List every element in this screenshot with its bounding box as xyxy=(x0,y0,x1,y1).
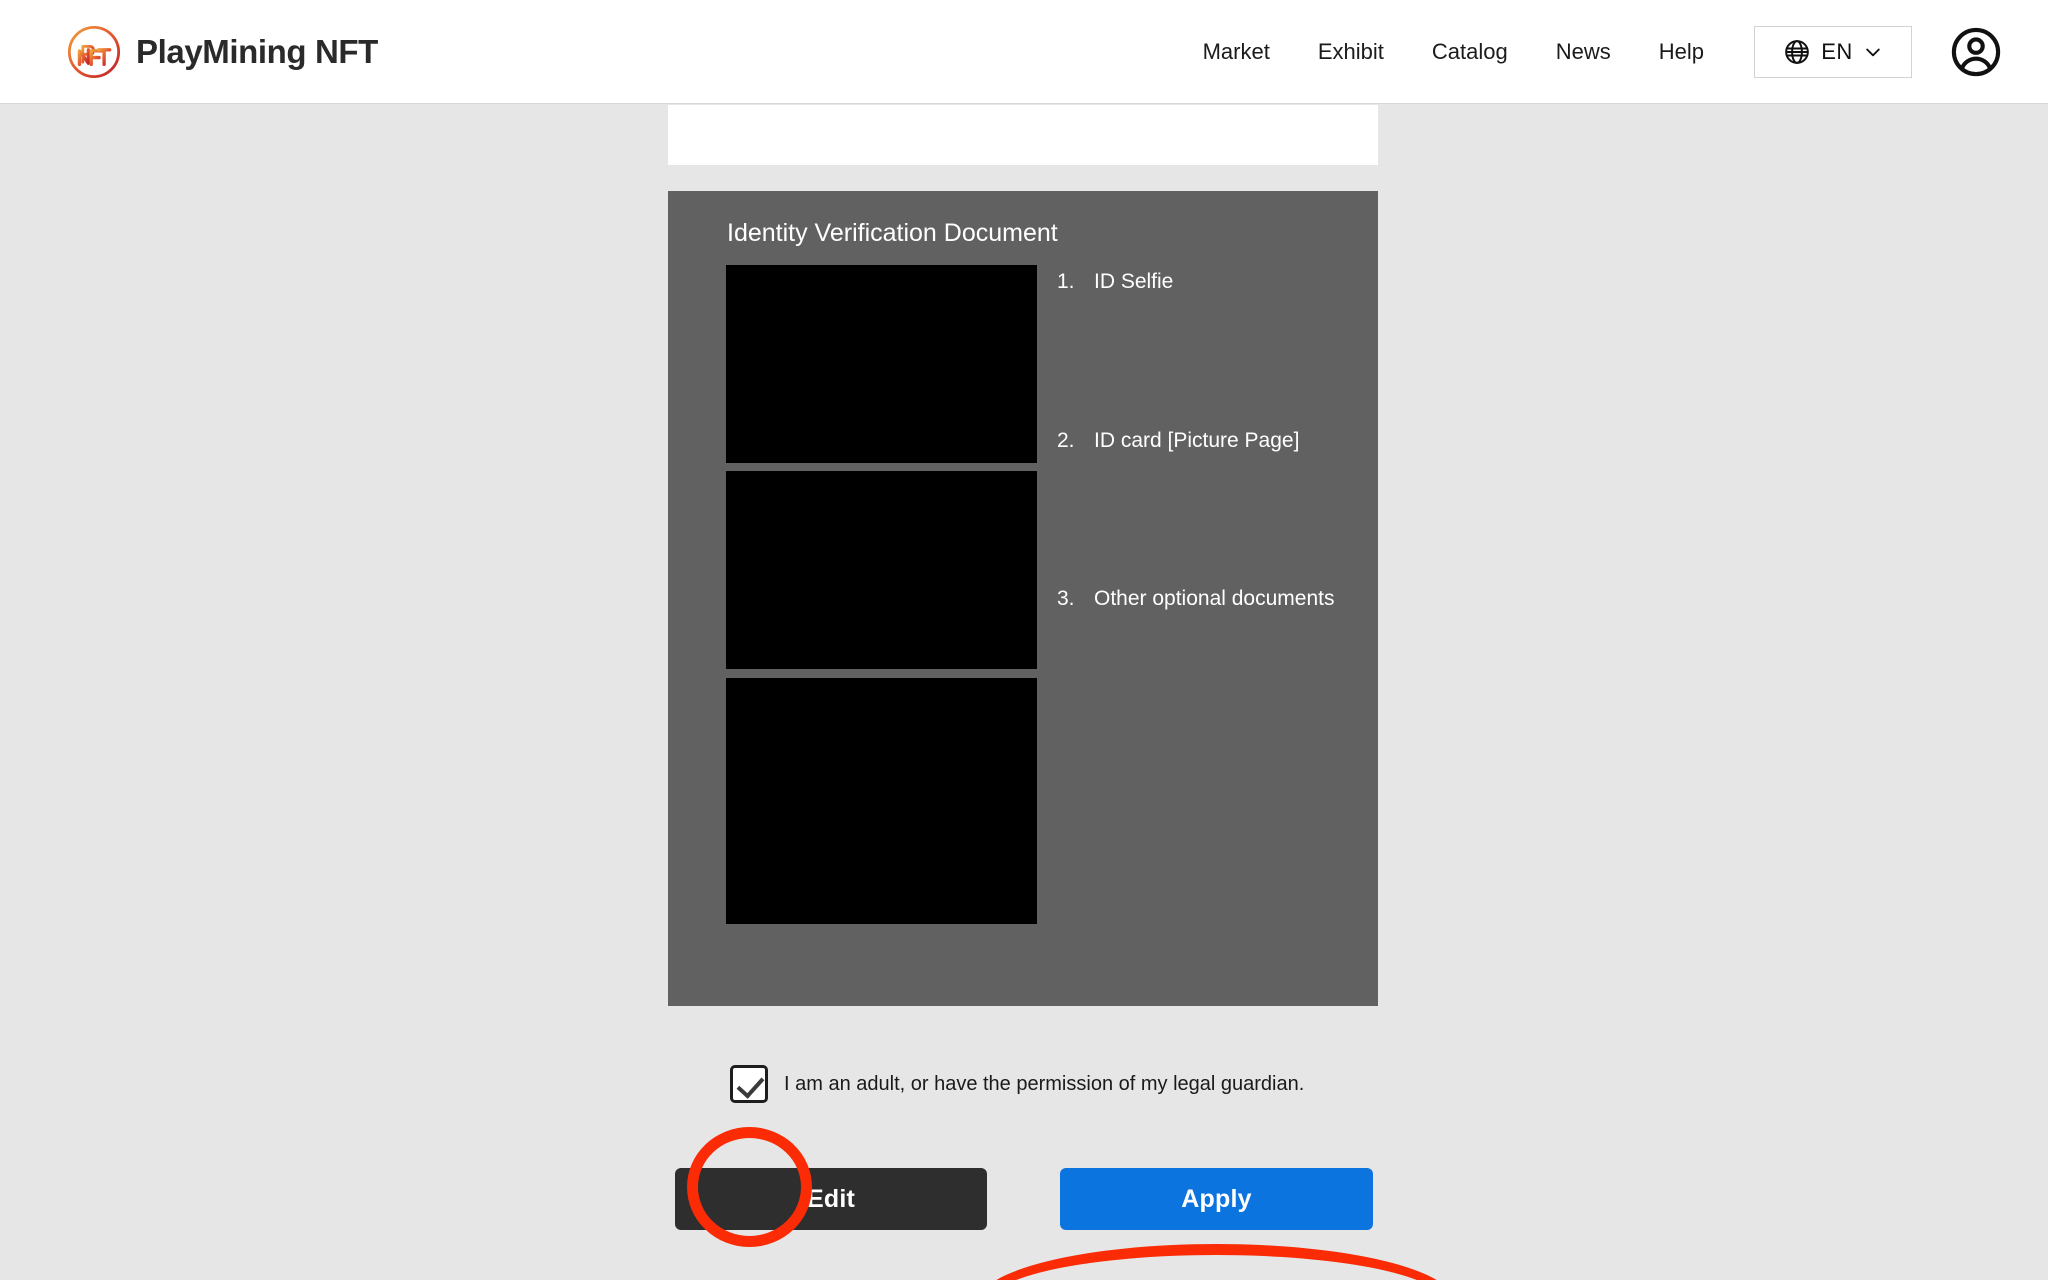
nav-item-exhibit[interactable]: Exhibit xyxy=(1294,39,1408,65)
chevron-down-icon xyxy=(1866,48,1880,56)
document-index-2: 2. xyxy=(1057,429,1075,452)
consent-row: I am an adult, or have the permission of… xyxy=(668,1057,1378,1111)
consent-checkbox[interactable] xyxy=(730,1065,768,1103)
document-index-3: 3. xyxy=(1057,587,1075,610)
nav-item-catalog[interactable]: Catalog xyxy=(1408,39,1532,65)
playmining-nft-logo-icon xyxy=(67,25,121,78)
document-thumbnail-2[interactable] xyxy=(726,471,1037,669)
primary-navigation: Market Exhibit Catalog News Help EN xyxy=(1179,25,2048,78)
apply-button-highlight-annotation xyxy=(978,1244,1455,1280)
nav-item-news[interactable]: News xyxy=(1532,39,1635,65)
document-caption-3: 3. Other optional documents xyxy=(1057,587,1334,611)
apply-button[interactable]: Apply xyxy=(1060,1168,1373,1230)
site-header: PlayMining NFT Market Exhibit Catalog Ne… xyxy=(0,0,2048,104)
brand-logo[interactable]: PlayMining NFT xyxy=(66,24,378,80)
document-thumbnail-1[interactable] xyxy=(726,265,1037,463)
language-switcher[interactable]: EN xyxy=(1754,25,1912,78)
document-caption-2: 2. ID card [Picture Page] xyxy=(1057,429,1299,453)
account-circle-icon[interactable] xyxy=(1950,26,2002,78)
upper-form-card xyxy=(668,105,1378,165)
document-label-1: ID Selfie xyxy=(1094,270,1174,293)
brand-name: PlayMining NFT xyxy=(136,32,378,70)
document-label-2: ID card [Picture Page] xyxy=(1094,429,1300,452)
document-caption-1: 1. ID Selfie xyxy=(1057,270,1173,294)
nav-item-help[interactable]: Help xyxy=(1635,39,1728,65)
document-index-1: 1. xyxy=(1057,270,1075,293)
consent-label: I am an adult, or have the permission of… xyxy=(784,1072,1305,1095)
nav-item-market[interactable]: Market xyxy=(1179,39,1294,65)
document-thumbnail-3[interactable] xyxy=(726,678,1037,924)
edit-button[interactable]: Edit xyxy=(675,1168,987,1230)
page-body: Identity Verification Document 1. ID Sel… xyxy=(0,105,2048,1280)
panel-title: Identity Verification Document xyxy=(727,219,1058,247)
globe-icon xyxy=(1785,39,1810,64)
language-code: EN xyxy=(1821,38,1853,64)
identity-verification-panel: Identity Verification Document 1. ID Sel… xyxy=(668,191,1378,1006)
action-button-row: Edit Apply xyxy=(0,1168,2048,1238)
document-label-3: Other optional documents xyxy=(1094,587,1335,610)
